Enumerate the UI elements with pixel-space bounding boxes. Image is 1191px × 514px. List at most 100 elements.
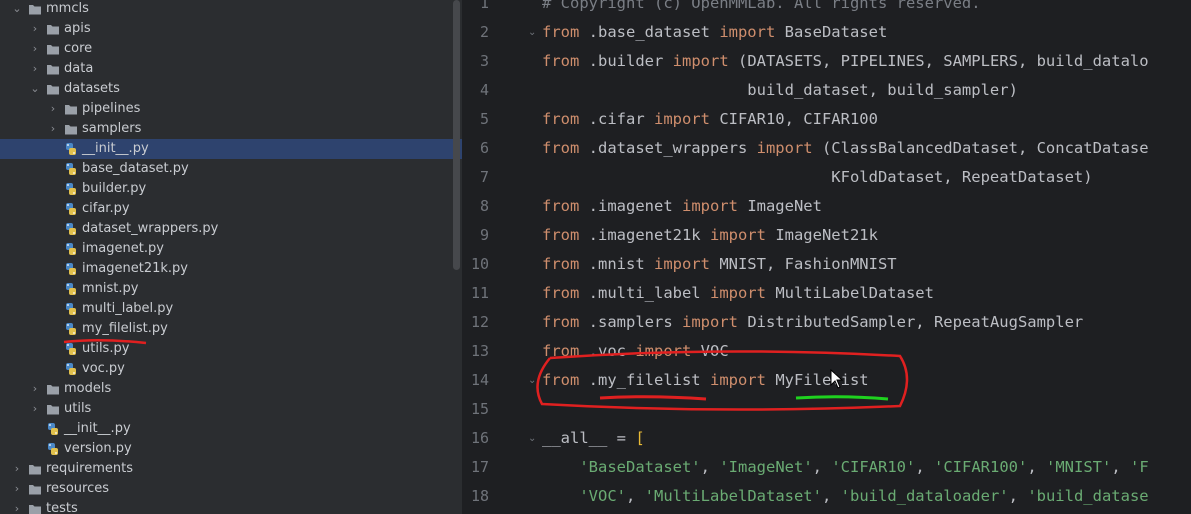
tree-item[interactable]: › utils (0, 399, 462, 419)
code-token: import (719, 23, 776, 41)
tree-item-label: pipelines (82, 101, 141, 116)
chevron-right-icon[interactable]: › (11, 499, 23, 514)
tree-item-label: my_filelist.py (82, 321, 168, 336)
code-line[interactable]: from .voc import VOC (542, 337, 729, 366)
code-line[interactable]: __all__ = [ (542, 424, 645, 453)
code-line[interactable]: 'VOC', 'MultiLabelDataset', 'build_datal… (542, 482, 1148, 511)
code-token: from (542, 197, 580, 215)
tree-item[interactable]: voc.py (0, 359, 462, 379)
code-line[interactable]: KFoldDataset, RepeatDataset) (542, 163, 1092, 192)
code-line[interactable]: from .imagenet21k import ImageNet21k (542, 221, 878, 250)
code-line[interactable]: from .builder import (DATASETS, PIPELINE… (542, 47, 1149, 76)
chevron-down-icon[interactable]: ⌄ (29, 79, 41, 99)
code-token: .builder (579, 52, 673, 70)
code-token: MyFilelist (765, 371, 869, 389)
tree-item-label: models (64, 381, 112, 396)
tree-item[interactable]: utils.py (0, 339, 462, 359)
tree-item-label: dataset_wrappers.py (82, 221, 219, 236)
python-file-icon (64, 282, 78, 296)
code-token: import (681, 313, 738, 331)
line-number: 11 (470, 284, 489, 302)
tree-item[interactable]: builder.py (0, 179, 462, 199)
fold-icon[interactable]: ⌄ (528, 27, 538, 39)
tree-item[interactable]: mnist.py (0, 279, 462, 299)
tree-item[interactable]: __init__.py (0, 139, 462, 159)
chevron-right-icon[interactable]: › (11, 459, 23, 479)
chevron-right-icon[interactable]: › (29, 19, 41, 39)
code-line[interactable]: from .cifar import CIFAR10, CIFAR100 (542, 105, 878, 134)
tree-item-label: __init__.py (82, 141, 149, 156)
code-token: , (1008, 487, 1028, 505)
tree-item[interactable]: › apis (0, 19, 462, 39)
tree-item[interactable]: version.py (0, 439, 462, 459)
folder-icon (46, 382, 60, 396)
chevron-down-icon[interactable]: ⌄ (11, 0, 23, 19)
code-token: .mnist (579, 255, 654, 273)
code-line[interactable]: from .multi_label import MultiLabelDatas… (542, 279, 934, 308)
chevron-right-icon[interactable]: › (29, 399, 41, 419)
tree-item[interactable]: ⌄ mmcls (0, 0, 462, 19)
tree-item[interactable]: imagenet21k.py (0, 259, 462, 279)
chevron-right-icon[interactable]: › (29, 39, 41, 59)
code-line[interactable]: from .imagenet import ImageNet (542, 192, 822, 221)
tree-item-label: utils.py (82, 341, 130, 356)
code-token: __all__ = (542, 429, 636, 447)
code-token: from (542, 52, 580, 70)
code-line[interactable]: from .dataset_wrappers import (ClassBala… (542, 134, 1149, 163)
folder-icon (64, 102, 78, 116)
code-token: from (542, 313, 580, 331)
code-token: from (542, 255, 580, 273)
code-line[interactable]: 'BaseDataset', 'ImageNet', 'CIFAR10', 'C… (542, 453, 1149, 482)
fold-icon[interactable]: ⌄ (528, 375, 538, 387)
tree-scrollbar[interactable] (453, 0, 460, 270)
tree-item[interactable]: › samplers (0, 119, 462, 139)
tree-item[interactable]: imagenet.py (0, 239, 462, 259)
tree-item[interactable]: __init__.py (0, 419, 462, 439)
code-token: 'F (1130, 458, 1149, 476)
python-file-icon (64, 182, 78, 196)
chevron-right-icon[interactable]: › (11, 479, 23, 499)
code-token: VOC (691, 342, 729, 360)
tree-item[interactable]: › models (0, 379, 462, 399)
tree-item[interactable]: › tests (0, 499, 462, 514)
code-token: MNIST, FashionMNIST (709, 255, 897, 273)
tree-item[interactable]: ⌄ datasets (0, 79, 462, 99)
python-file-icon (64, 302, 78, 316)
tree-item[interactable]: base_dataset.py (0, 159, 462, 179)
code-line[interactable]: from .samplers import DistributedSampler… (542, 308, 1083, 337)
code-token: .my_filelist (579, 371, 710, 389)
tree-item-label: utils (64, 401, 92, 416)
project-tree: ⌄ mmcls › apis › core › data ⌄ datasets › pipelines… (0, 0, 462, 514)
code-line[interactable]: from .base_dataset import BaseDataset (542, 18, 887, 47)
code-line[interactable]: from .mnist import MNIST, FashionMNIST (542, 250, 897, 279)
tree-item[interactable]: › resources (0, 479, 462, 499)
python-file-icon (64, 242, 78, 256)
tree-item[interactable]: › data (0, 59, 462, 79)
tree-item-label: mnist.py (82, 281, 139, 296)
line-number: 6 (479, 139, 489, 157)
chevron-right-icon[interactable]: › (47, 99, 59, 119)
tree-item[interactable]: › requirements (0, 459, 462, 479)
folder-icon (28, 502, 42, 514)
tree-item[interactable]: › pipelines (0, 99, 462, 119)
code-token: import (681, 197, 738, 215)
chevron-right-icon[interactable]: › (29, 379, 41, 399)
code-token: .dataset_wrappers (579, 139, 757, 157)
folder-icon (28, 2, 42, 16)
tree-item[interactable]: my_filelist.py (0, 319, 462, 339)
tree-item[interactable]: › core (0, 39, 462, 59)
tree-item[interactable]: multi_label.py (0, 299, 462, 319)
line-number: 12 (470, 313, 489, 331)
code-editor[interactable]: 1 2 3 4 5 6 7 8 9 10 11 12 13 14 15 16 17 18 # Copyright … (462, 0, 1191, 514)
chevron-right-icon[interactable]: › (47, 119, 59, 139)
tree-item[interactable]: cifar.py (0, 199, 462, 219)
tree-item[interactable]: dataset_wrappers.py (0, 219, 462, 239)
chevron-right-icon[interactable]: › (29, 59, 41, 79)
tree-item-label: apis (64, 21, 91, 36)
folder-icon (28, 462, 42, 476)
code-line[interactable]: # Copyright (c) OpenMMLab. All rights re… (542, 0, 981, 18)
python-file-icon (64, 262, 78, 276)
fold-icon[interactable]: ⌄ (528, 433, 538, 445)
code-line[interactable]: from .my_filelist import MyFilelist (542, 366, 869, 395)
code-line[interactable]: build_dataset, build_sampler) (542, 76, 1018, 105)
